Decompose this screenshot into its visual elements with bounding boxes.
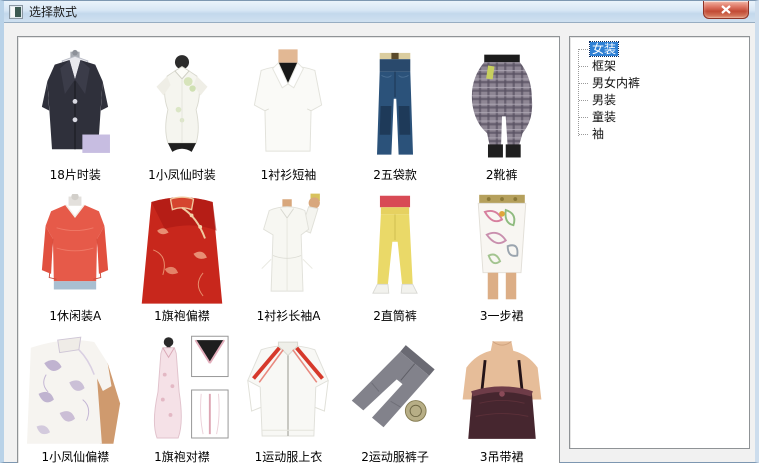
- style-grid: 18片时装 1小凤仙时装 1衬衫短袖 2五袋款 2靴裤 1休闲装A 1旗袍偏襟 …: [18, 37, 559, 463]
- style-label: 1运动服上衣: [254, 450, 323, 463]
- style-thumbnails-panel: 18片时装 1小凤仙时装 1衬衫短袖 2五袋款 2靴裤 1休闲装A 1旗袍偏襟 …: [17, 36, 560, 463]
- style-label: 1小凤仙时装: [148, 168, 216, 182]
- straight-pants-icon: [364, 184, 426, 304]
- red-qipao-icon: [136, 184, 228, 304]
- track-pants-icon: [346, 325, 444, 445]
- pencil-skirt-icon: [464, 184, 540, 304]
- style-label: 3吊带裙: [479, 450, 524, 463]
- style-cell-white-qipao[interactable]: 1小凤仙偏襟: [22, 325, 129, 463]
- style-cell-red-qipao[interactable]: 1旗袍偏襟: [129, 184, 236, 325]
- style-label: 3一步裙: [479, 309, 524, 323]
- track-jacket-icon: [242, 325, 334, 445]
- style-label: 18片时装: [49, 168, 101, 182]
- tree-item-underwear[interactable]: 男女内裤: [576, 75, 747, 92]
- tree-item-women[interactable]: 女装: [576, 41, 747, 58]
- app-icon: [9, 4, 23, 19]
- style-label: 1旗袍偏襟: [154, 309, 210, 323]
- tree-item-children[interactable]: 童装: [576, 109, 747, 126]
- style-label: 2运动服裤子: [361, 450, 429, 463]
- long-sleeve-shirt-icon: [243, 184, 333, 304]
- category-tree: 女装 框架 男女内裤 男装 童装 袖: [572, 41, 747, 143]
- style-cell-short-sleeve-shirt[interactable]: 1衬衫短袖: [235, 43, 342, 184]
- style-cell-xiaofengxian-blouse[interactable]: 1小凤仙时装: [129, 43, 236, 184]
- style-cell-five-pocket-jeans[interactable]: 2五袋款: [342, 43, 449, 184]
- casual-top-icon: [29, 184, 121, 304]
- style-label: 1衬衫短袖: [260, 168, 317, 182]
- style-cell-plaid-boot-pants[interactable]: 2靴裤: [448, 43, 555, 184]
- xiaofengxian-blouse-icon: [138, 43, 226, 163]
- style-label: 1休闲装A: [49, 309, 102, 323]
- five-pocket-jeans-icon: [368, 43, 422, 163]
- style-cell-pencil-skirt[interactable]: 3一步裙: [448, 184, 555, 325]
- style-label: 2靴裤: [485, 168, 518, 182]
- style-cell-long-sleeve-shirt[interactable]: 1衬衫长袖A: [235, 184, 342, 325]
- tree-item-sleeve[interactable]: 袖: [576, 126, 747, 143]
- tree-item-men[interactable]: 男装: [576, 92, 747, 109]
- style-cell-camisole[interactable]: 3吊带裙: [448, 325, 555, 463]
- dialog-title: 选择款式: [29, 5, 78, 19]
- style-label: 1衬衫长袖A: [256, 309, 321, 323]
- title-bar: 选择款式: [4, 1, 755, 23]
- plaid-boot-pants-icon: [459, 43, 545, 163]
- style-label: 1旗袍对襟: [154, 450, 210, 463]
- white-qipao-icon: [27, 325, 123, 445]
- style-cell-casual-top[interactable]: 1休闲装A: [22, 184, 129, 325]
- qipao-dress-icon: [134, 325, 230, 445]
- blazer-icon: [29, 43, 121, 163]
- close-button[interactable]: [703, 1, 749, 19]
- style-cell-straight-pants[interactable]: 2直筒裤: [342, 184, 449, 325]
- style-cell-track-pants[interactable]: 2运动服裤子: [342, 325, 449, 463]
- style-cell-track-jacket[interactable]: 1运动服上衣: [235, 325, 342, 463]
- style-label: 2直筒裤: [373, 309, 417, 323]
- camisole-icon: [457, 325, 547, 445]
- short-sleeve-shirt-icon: [240, 43, 336, 163]
- tree-item-frame[interactable]: 框架: [576, 58, 747, 75]
- style-label: 2五袋款: [373, 168, 417, 182]
- style-cell-qipao-dress[interactable]: 1旗袍对襟: [129, 325, 236, 463]
- category-tree-panel: 女装 框架 男女内裤 男装 童装 袖: [569, 36, 750, 449]
- select-style-dialog: 选择款式 18片时装 1小凤仙时装 1衬衫短袖 2五袋款 2靴裤 1休闲装A 1…: [0, 0, 759, 463]
- close-icon: [721, 3, 731, 17]
- style-cell-blazer[interactable]: 18片时装: [22, 43, 129, 184]
- style-label: 1小凤仙偏襟: [41, 450, 110, 463]
